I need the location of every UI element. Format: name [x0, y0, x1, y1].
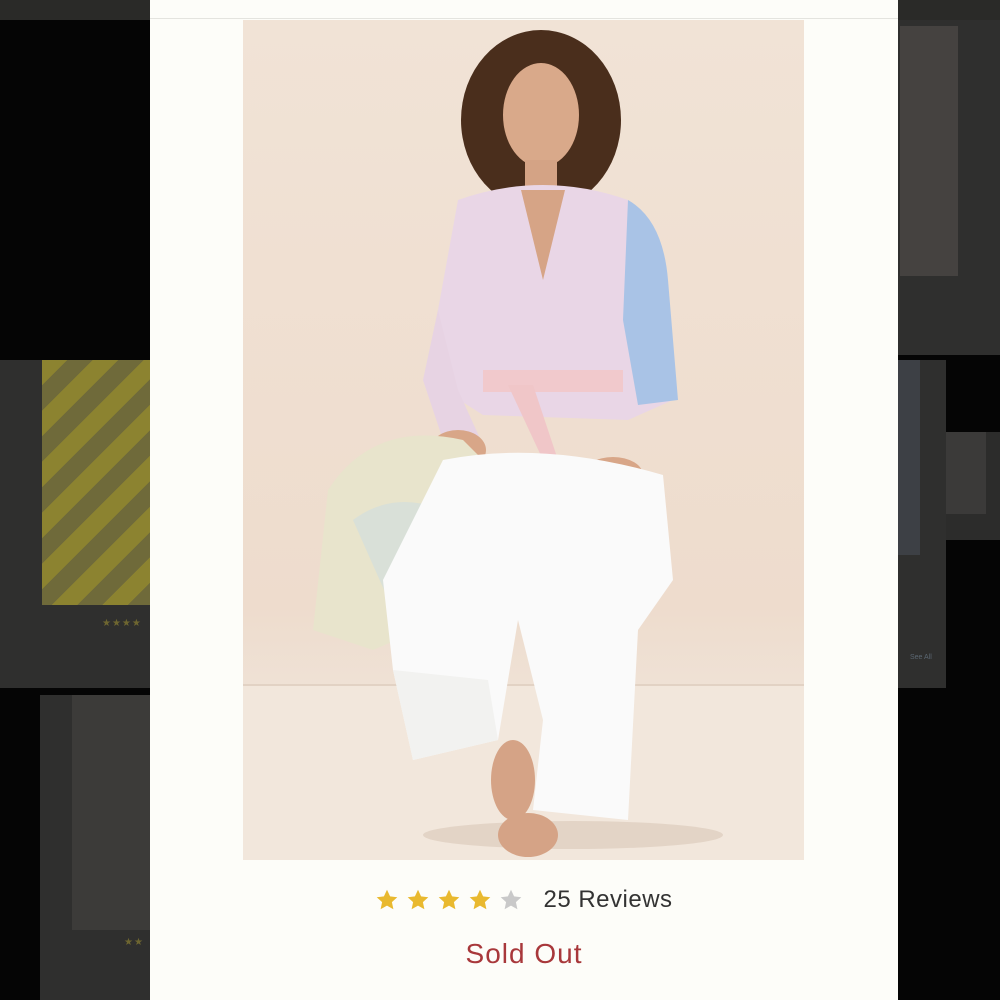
backdrop-product-card: See All: [898, 360, 946, 688]
star-empty-icon: [501, 889, 522, 910]
reviews-count-link[interactable]: 25 Reviews: [543, 886, 672, 914]
backdrop-product-image: [898, 360, 920, 555]
backdrop-product-card: [946, 432, 1000, 540]
backdrop-product-image: [72, 695, 150, 930]
product-image[interactable]: [243, 20, 804, 860]
backdrop-rating-stars: ★★★★: [102, 618, 142, 629]
star-filled-icon: [439, 889, 460, 910]
backdrop-product-card: ★★: [40, 695, 150, 1000]
backdrop-product-image: [946, 432, 986, 514]
backdrop-product-card: ★★★★: [0, 360, 150, 688]
star-filled-icon: [377, 889, 398, 910]
modal-top-divider: [150, 18, 898, 19]
sold-out-label: Sold Out: [465, 938, 583, 969]
star-filled-icon: [408, 889, 429, 910]
backdrop-product-image: [900, 26, 958, 276]
star-filled-icon: [470, 889, 491, 910]
backdrop-product-card: [898, 20, 1000, 355]
backdrop-see-all-link: See All: [910, 654, 932, 661]
product-photo-illustration: [243, 30, 804, 860]
product-quickview-modal: 25 Reviews Sold Out: [150, 0, 898, 1000]
rating-stars: [375, 888, 523, 912]
backdrop-rating-stars: ★★: [124, 937, 144, 948]
rating-row[interactable]: 25 Reviews: [150, 878, 898, 922]
backdrop-product-image: [42, 360, 150, 605]
